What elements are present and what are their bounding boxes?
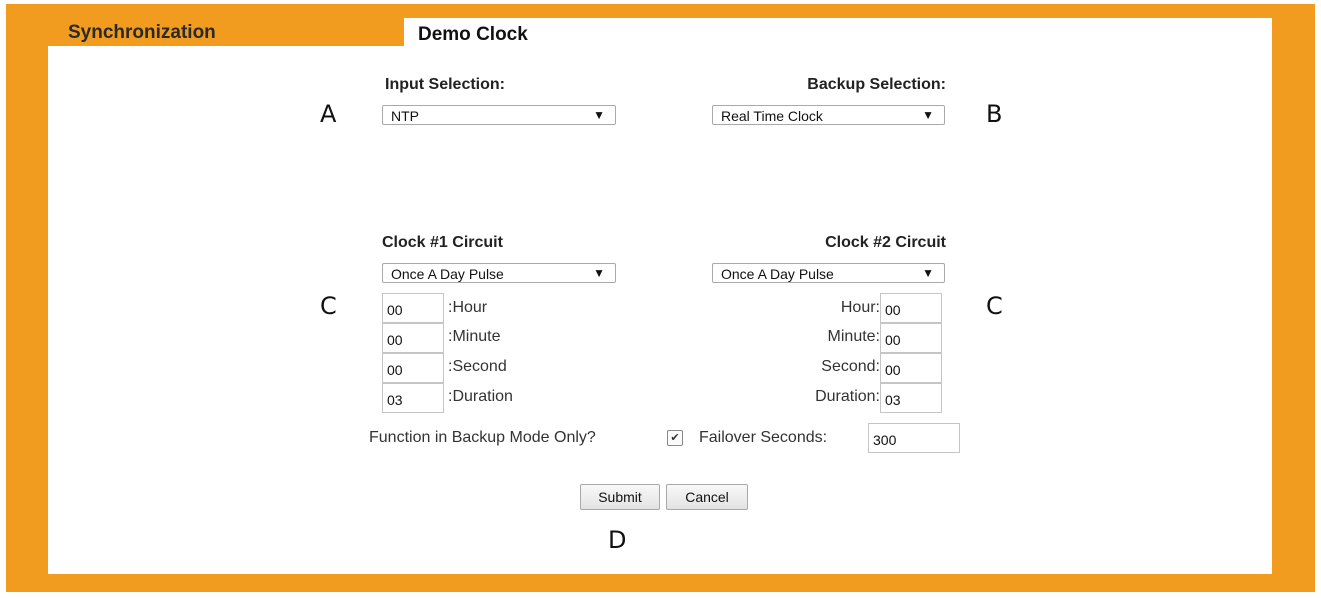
clock1-second-label: :Second	[448, 358, 507, 375]
input-selection-value: NTP	[391, 108, 419, 124]
input-selection-dropdown[interactable]: NTP ▼	[382, 105, 616, 125]
dropdown-arrow-icon: ▼	[593, 108, 605, 122]
clock1-mode-dropdown[interactable]: Once A Day Pulse ▼	[382, 263, 616, 283]
clock2-heading: Clock #2 Circuit	[825, 234, 946, 251]
clock2-mode-value: Once A Day Pulse	[721, 266, 834, 282]
checkmark-icon: ✔	[670, 432, 680, 444]
clock1-duration-input[interactable]: 03	[382, 383, 444, 413]
clock1-mode-value: Once A Day Pulse	[391, 266, 504, 282]
backup-selection-heading: Backup Selection:	[807, 76, 946, 93]
dropdown-arrow-icon: ▼	[922, 108, 934, 122]
annotation-b: B	[986, 100, 1003, 128]
clock1-hour-input[interactable]: 00	[382, 293, 444, 323]
cancel-button[interactable]: Cancel	[666, 484, 748, 510]
annotation-c-right: C	[986, 292, 1003, 320]
clock1-second-input[interactable]: 00	[382, 353, 444, 383]
input-selection-heading: Input Selection:	[385, 76, 505, 93]
clock2-hour-input[interactable]: 00	[880, 293, 942, 323]
clock2-duration-input[interactable]: 03	[880, 383, 942, 413]
dropdown-arrow-icon: ▼	[922, 266, 934, 280]
clock2-minute-label: Minute:	[827, 328, 880, 345]
clock2-second-input[interactable]: 00	[880, 353, 942, 383]
tab-synchronization[interactable]: Synchronization	[68, 22, 216, 44]
submit-button[interactable]: Submit	[580, 484, 660, 510]
annotation-c-left: C	[320, 292, 337, 320]
backup-selection-dropdown[interactable]: Real Time Clock ▼	[712, 105, 945, 125]
tab-demo-clock-label: Demo Clock	[418, 24, 528, 45]
clock2-mode-dropdown[interactable]: Once A Day Pulse ▼	[712, 263, 945, 283]
clock2-hour-label: Hour:	[840, 299, 880, 316]
clock2-second-label: Second:	[821, 358, 880, 375]
backup-mode-checkbox[interactable]: ✔	[667, 430, 683, 446]
clock2-duration-label: Duration:	[815, 388, 880, 405]
clock1-duration-label: :Duration	[448, 388, 513, 405]
failover-seconds-input[interactable]: 300	[868, 423, 960, 453]
tab-demo-clock[interactable]: Demo Clock	[404, 18, 1272, 48]
backup-mode-label: Function in Backup Mode Only?	[369, 429, 596, 446]
clock2-minute-input[interactable]: 00	[880, 323, 942, 353]
clock1-heading: Clock #1 Circuit	[382, 234, 503, 251]
clock1-hour-label: :Hour	[448, 299, 488, 316]
annotation-d: D	[608, 526, 627, 554]
dropdown-arrow-icon: ▼	[593, 266, 605, 280]
content-panel	[48, 46, 1272, 574]
clock1-minute-input[interactable]: 00	[382, 323, 444, 353]
annotation-a: A	[320, 100, 337, 128]
backup-selection-value: Real Time Clock	[721, 108, 823, 124]
failover-seconds-label: Failover Seconds:	[699, 429, 828, 446]
clock1-minute-label: :Minute	[448, 328, 501, 345]
